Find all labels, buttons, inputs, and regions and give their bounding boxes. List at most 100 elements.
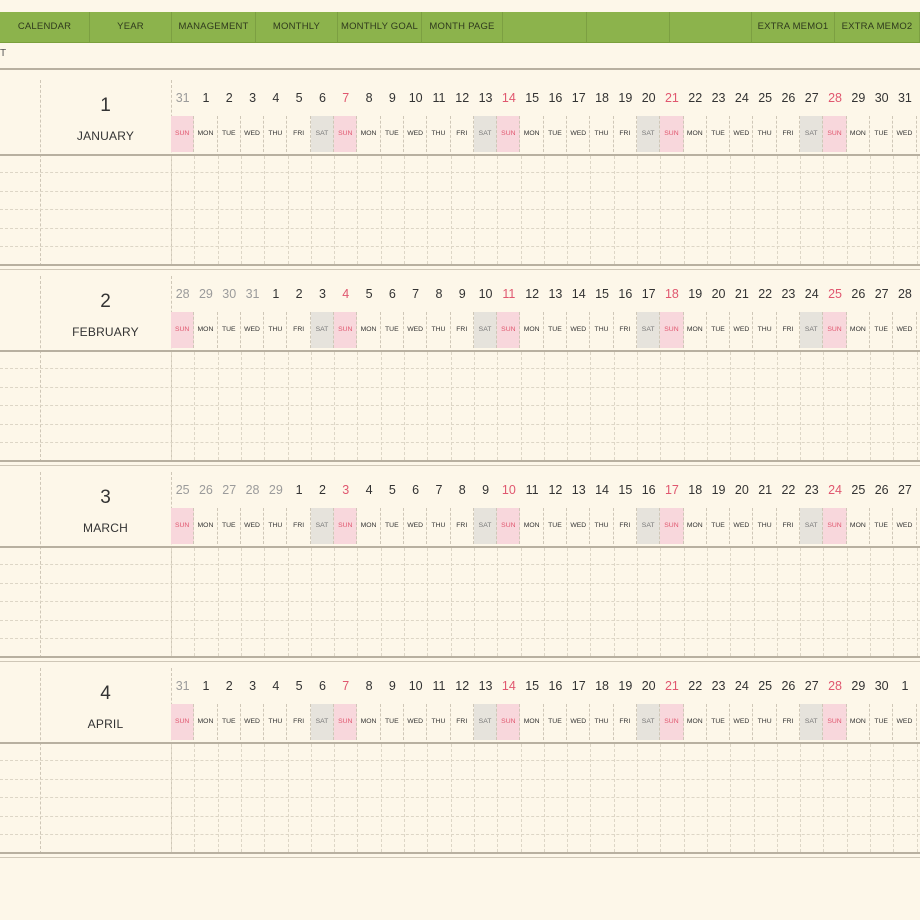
date-number[interactable]: 14 — [567, 287, 590, 301]
date-number[interactable]: 25 — [754, 679, 777, 693]
date-number[interactable]: 9 — [474, 483, 497, 497]
date-number[interactable]: 26 — [847, 287, 870, 301]
date-number[interactable]: 2 — [311, 483, 334, 497]
date-number[interactable]: 27 — [870, 287, 893, 301]
date-number[interactable]: 11 — [497, 287, 520, 301]
nav-tab-extra-memo1[interactable]: EXTRA MEMO1 — [752, 12, 835, 42]
date-number[interactable]: 3 — [241, 679, 264, 693]
date-number[interactable]: 5 — [288, 91, 311, 105]
date-number[interactable]: 31 — [171, 679, 194, 693]
date-number[interactable]: 23 — [777, 287, 800, 301]
date-number[interactable]: 21 — [660, 91, 683, 105]
date-number[interactable]: 4 — [334, 287, 357, 301]
date-number[interactable]: 5 — [288, 679, 311, 693]
month-name[interactable]: APRIL — [40, 717, 171, 731]
date-number[interactable]: 11 — [427, 679, 450, 693]
date-number[interactable]: 28 — [241, 483, 264, 497]
date-number[interactable]: 14 — [590, 483, 613, 497]
date-number[interactable]: 6 — [311, 679, 334, 693]
date-number[interactable]: 6 — [381, 287, 404, 301]
date-number[interactable]: 22 — [777, 483, 800, 497]
date-number[interactable]: 13 — [474, 91, 497, 105]
date-number[interactable]: 2 — [288, 287, 311, 301]
date-number[interactable]: 3 — [334, 483, 357, 497]
date-number[interactable]: 24 — [800, 287, 823, 301]
date-number[interactable]: 9 — [381, 679, 404, 693]
date-number[interactable]: 20 — [730, 483, 753, 497]
date-number[interactable]: 25 — [754, 91, 777, 105]
date-number[interactable]: 9 — [381, 91, 404, 105]
date-number[interactable]: 27 — [218, 483, 241, 497]
date-number[interactable]: 27 — [800, 91, 823, 105]
date-number[interactable]: 21 — [660, 679, 683, 693]
date-number[interactable]: 31 — [171, 91, 194, 105]
date-number[interactable]: 19 — [614, 91, 637, 105]
date-number[interactable]: 29 — [264, 483, 287, 497]
date-number[interactable]: 14 — [497, 679, 520, 693]
date-number[interactable]: 31 — [241, 287, 264, 301]
date-number[interactable]: 25 — [823, 287, 846, 301]
date-number[interactable]: 16 — [614, 287, 637, 301]
date-number[interactable]: 13 — [544, 287, 567, 301]
date-number[interactable]: 19 — [614, 679, 637, 693]
date-number[interactable]: 16 — [637, 483, 660, 497]
date-number[interactable]: 10 — [497, 483, 520, 497]
date-number[interactable]: 11 — [521, 483, 544, 497]
date-number[interactable]: 15 — [590, 287, 613, 301]
date-number[interactable]: 16 — [544, 679, 567, 693]
date-number[interactable]: 24 — [730, 91, 753, 105]
date-number[interactable]: 11 — [427, 91, 450, 105]
date-number[interactable]: 14 — [497, 91, 520, 105]
date-number[interactable]: 1 — [264, 287, 287, 301]
month-name[interactable]: MARCH — [40, 521, 171, 535]
date-number[interactable]: 25 — [847, 483, 870, 497]
date-number[interactable]: 8 — [357, 679, 380, 693]
date-number[interactable]: 10 — [404, 91, 427, 105]
date-number[interactable]: 8 — [357, 91, 380, 105]
nav-tab-empty-7[interactable] — [587, 12, 670, 42]
date-number[interactable]: 23 — [707, 91, 730, 105]
nav-tab-month-page[interactable]: MONTH PAGE — [422, 12, 503, 42]
date-number[interactable]: 29 — [194, 287, 217, 301]
nav-tab-monthly[interactable]: MONTHLY — [256, 12, 338, 42]
date-number[interactable]: 4 — [264, 91, 287, 105]
date-number[interactable]: 26 — [777, 91, 800, 105]
date-number[interactable]: 7 — [334, 679, 357, 693]
month-name[interactable]: FEBRUARY — [40, 325, 171, 339]
date-number[interactable]: 24 — [823, 483, 846, 497]
date-number[interactable]: 25 — [171, 483, 194, 497]
date-number[interactable]: 6 — [311, 91, 334, 105]
date-number[interactable]: 29 — [847, 91, 870, 105]
date-number[interactable]: 28 — [171, 287, 194, 301]
date-number[interactable]: 26 — [777, 679, 800, 693]
date-number[interactable]: 6 — [404, 483, 427, 497]
nav-tab-empty-8[interactable] — [670, 12, 752, 42]
date-number[interactable]: 19 — [684, 287, 707, 301]
date-number[interactable]: 26 — [194, 483, 217, 497]
date-number[interactable]: 31 — [893, 91, 916, 105]
date-number[interactable]: 22 — [754, 287, 777, 301]
date-number[interactable]: 1 — [194, 679, 217, 693]
date-number[interactable]: 30 — [870, 91, 893, 105]
nav-tab-extra-memo2[interactable]: EXTRA MEMO2 — [835, 12, 920, 42]
date-number[interactable]: 18 — [590, 91, 613, 105]
nav-tab-monthly-goal[interactable]: MONTHLY GOAL — [338, 12, 422, 42]
date-number[interactable]: 15 — [614, 483, 637, 497]
date-number[interactable]: 5 — [381, 483, 404, 497]
date-number[interactable]: 8 — [451, 483, 474, 497]
date-number[interactable]: 7 — [334, 91, 357, 105]
date-number[interactable]: 29 — [847, 679, 870, 693]
date-number[interactable]: 4 — [264, 679, 287, 693]
date-number[interactable]: 1 — [288, 483, 311, 497]
date-number[interactable]: 13 — [567, 483, 590, 497]
date-number[interactable]: 28 — [823, 91, 846, 105]
date-number[interactable]: 12 — [521, 287, 544, 301]
date-number[interactable]: 2 — [218, 679, 241, 693]
date-number[interactable]: 2 — [218, 91, 241, 105]
date-number[interactable]: 30 — [870, 679, 893, 693]
date-number[interactable]: 5 — [357, 287, 380, 301]
date-number[interactable]: 3 — [311, 287, 334, 301]
date-number[interactable]: 7 — [427, 483, 450, 497]
date-number[interactable]: 17 — [637, 287, 660, 301]
date-number[interactable]: 22 — [684, 679, 707, 693]
